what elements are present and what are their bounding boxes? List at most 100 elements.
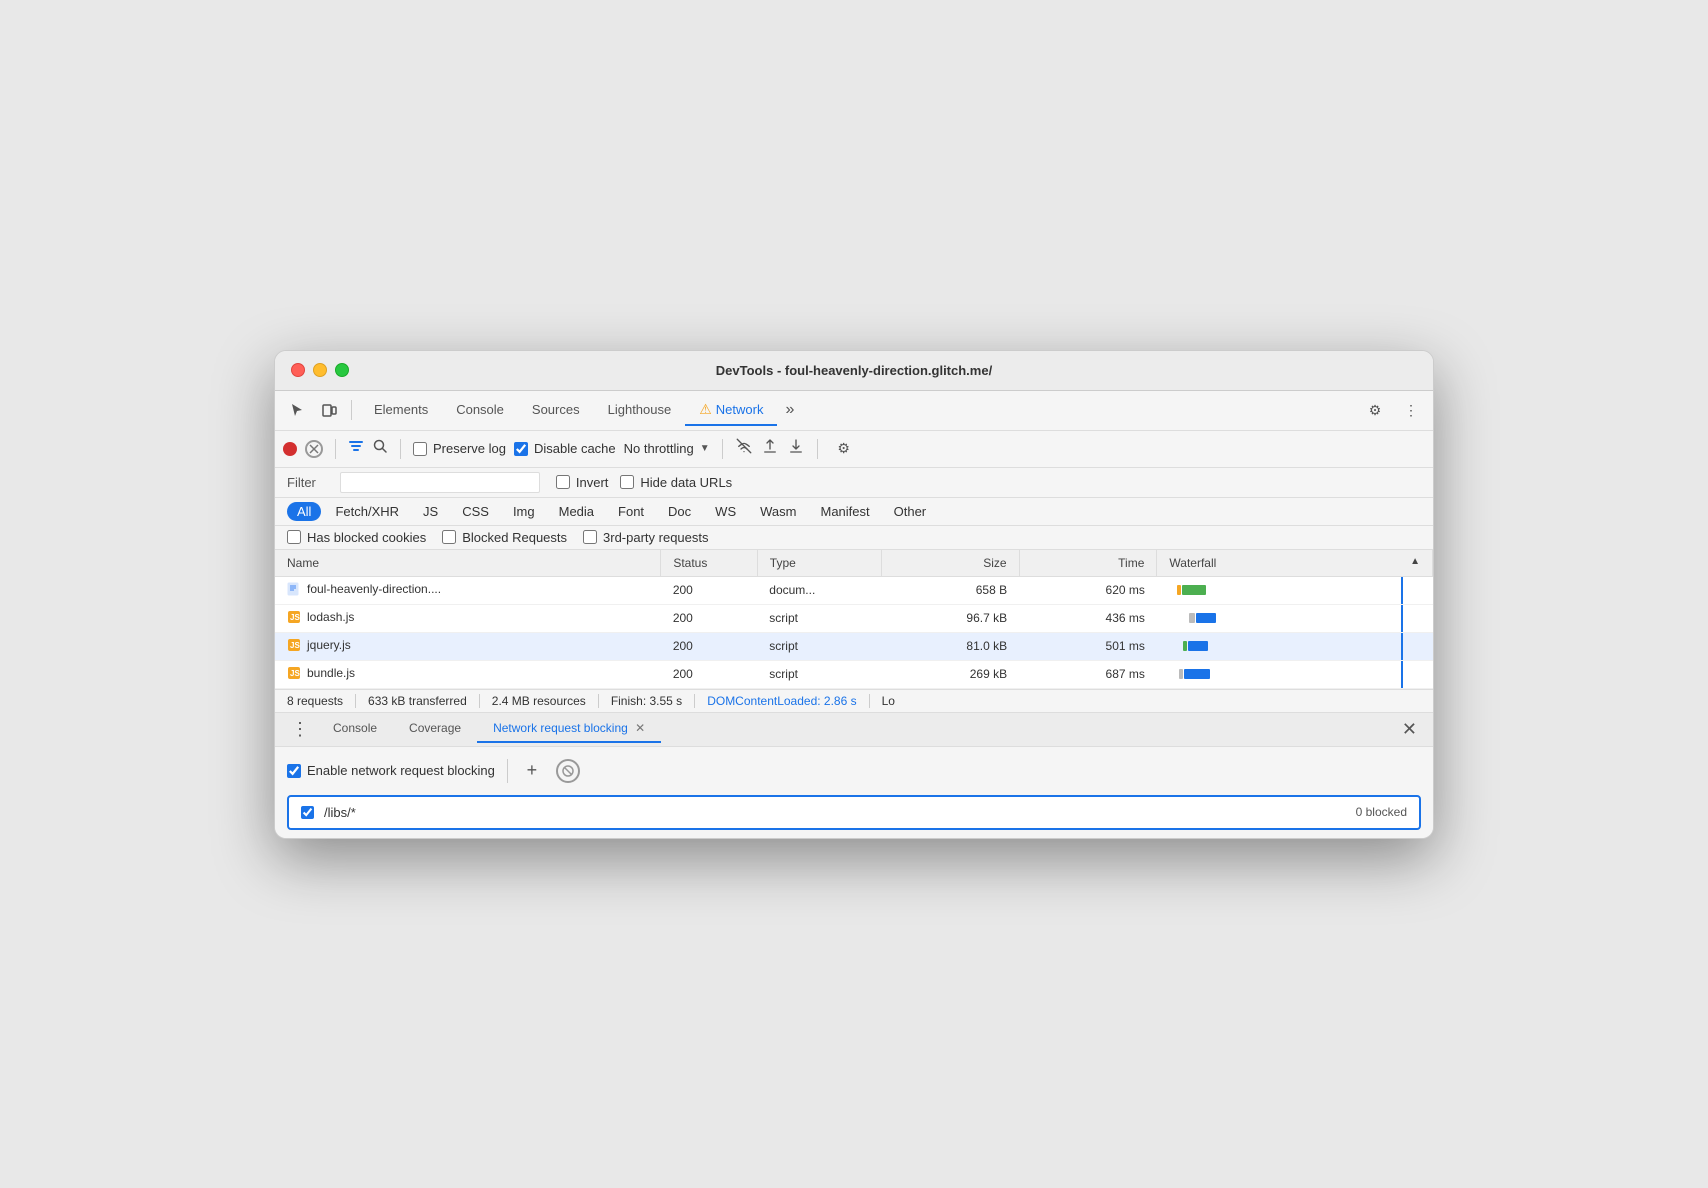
cell-size: 269 kB [881,660,1019,688]
type-btn-all[interactable]: All [287,502,321,521]
record-button[interactable] [283,442,297,456]
throttle-select[interactable]: No throttling ▼ [624,441,710,456]
devtools-window: DevTools - foul-heavenly-direction.glitc… [274,350,1434,839]
cell-type: docum... [757,576,881,604]
wf-bar [1189,613,1195,623]
preserve-log-checkbox[interactable]: Preserve log [413,441,506,456]
bottom-tab-console[interactable]: Console [317,715,393,743]
search-icon[interactable] [372,438,388,459]
cell-type: script [757,604,881,632]
network-settings-icon[interactable]: ⚙ [830,435,858,463]
table-row[interactable]: foul-heavenly-direction.... 200 docum...… [275,576,1433,604]
type-btn-css[interactable]: CSS [452,502,499,521]
cell-status: 200 [661,604,757,632]
resources-size: 2.4 MB resources [492,694,599,708]
checkboxes-row: Has blocked cookies Blocked Requests 3rd… [275,526,1433,550]
upload-icon[interactable] [761,437,779,460]
cursor-icon[interactable] [283,396,311,424]
col-name[interactable]: Name [275,550,661,577]
network-table: Name Status Type Size Time Waterfall ▲ [275,550,1433,689]
filter-options: Invert Hide data URLs [556,475,732,490]
type-btn-other[interactable]: Other [884,502,937,521]
cell-size: 81.0 kB [881,632,1019,660]
col-time[interactable]: Time [1019,550,1157,577]
third-party-requests-checkbox[interactable]: 3rd-party requests [583,530,709,545]
download-icon[interactable] [787,437,805,460]
traffic-lights [291,363,349,377]
type-btn-media[interactable]: Media [549,502,604,521]
col-size[interactable]: Size [881,550,1019,577]
table-row[interactable]: JS bundle.js 200 script 269 kB 687 ms [275,660,1433,688]
rule-pattern: /libs/* [324,805,1346,820]
wf-bar [1184,669,1210,679]
col-type[interactable]: Type [757,550,881,577]
blocked-count: 0 blocked [1356,805,1407,819]
tab-console[interactable]: Console [442,396,518,425]
clear-button[interactable] [305,440,323,458]
cell-time: 501 ms [1019,632,1157,660]
blocking-panel: Enable network request blocking + /libs/… [275,747,1433,838]
tab-sources[interactable]: Sources [518,396,594,425]
cell-size: 96.7 kB [881,604,1019,632]
disable-cache-checkbox[interactable]: Disable cache [514,441,616,456]
enable-blocking-checkbox[interactable]: Enable network request blocking [287,763,495,778]
window-title: DevTools - foul-heavenly-direction.glitc… [716,363,992,378]
network-toolbar: Preserve log Disable cache No throttling… [275,431,1433,468]
blocked-requests-checkbox[interactable]: Blocked Requests [442,530,567,545]
blocked-cookies-checkbox[interactable]: Has blocked cookies [287,530,426,545]
wifi-icon[interactable] [735,437,753,460]
cell-status: 200 [661,632,757,660]
status-bar: 8 requests 633 kB transferred 2.4 MB res… [275,689,1433,713]
bottom-tab-blocking[interactable]: Network request blocking ✕ [477,715,661,743]
close-tab-icon[interactable]: ✕ [635,721,645,735]
tab-nav: Elements Console Sources Lighthouse ⚠ Ne… [360,395,1357,426]
type-btn-manifest[interactable]: Manifest [810,502,879,521]
settings-icon[interactable]: ⚙ [1361,396,1389,424]
tab-lighthouse[interactable]: Lighthouse [594,396,686,425]
type-btn-img[interactable]: Img [503,502,545,521]
blocking-rule-item[interactable]: /libs/* 0 blocked [287,795,1421,830]
cell-name: JS bundle.js [275,660,661,688]
table-row[interactable]: JS lodash.js 200 script 96.7 kB 436 ms [275,604,1433,632]
divider-2 [335,439,336,459]
wf-bar [1183,641,1187,651]
js-icon: JS [287,638,301,652]
tab-network[interactable]: ⚠ Network [685,395,777,426]
rule-checkbox[interactable] [301,806,314,819]
cell-time: 687 ms [1019,660,1157,688]
col-waterfall[interactable]: Waterfall ▲ [1157,550,1433,577]
bottom-tab-coverage[interactable]: Coverage [393,715,477,743]
filter-input[interactable] [340,472,540,493]
type-btn-ws[interactable]: WS [705,502,746,521]
cell-waterfall [1157,660,1433,688]
clear-rules-button[interactable] [556,759,580,783]
more-tabs-button[interactable]: » [777,397,802,423]
close-button[interactable] [291,363,305,377]
device-icon[interactable] [315,396,343,424]
type-btn-fetchxhr[interactable]: Fetch/XHR [325,502,409,521]
more-options-icon[interactable]: ⋮ [1397,396,1425,424]
minimize-button[interactable] [313,363,327,377]
close-bottom-panel-button[interactable]: ✕ [1394,715,1425,744]
cell-type: script [757,632,881,660]
wf-bar [1177,585,1181,595]
type-btn-font[interactable]: Font [608,502,654,521]
bottom-tabs: ⋮ Console Coverage Network request block… [275,713,1433,747]
type-btn-js[interactable]: JS [413,502,448,521]
add-rule-button[interactable]: + [520,759,544,783]
hide-data-urls-checkbox[interactable]: Hide data URLs [620,475,732,490]
col-status[interactable]: Status [661,550,757,577]
filter-icon[interactable] [348,438,364,459]
tab-elements[interactable]: Elements [360,396,442,425]
divider-1 [351,400,352,420]
type-btn-wasm[interactable]: Wasm [750,502,806,521]
table-row[interactable]: JS jquery.js 200 script 81.0 kB 501 ms [275,632,1433,660]
maximize-button[interactable] [335,363,349,377]
cell-type: script [757,660,881,688]
sort-icon: ▲ [1410,556,1420,567]
invert-checkbox[interactable]: Invert [556,475,609,490]
doc-icon [287,582,301,596]
type-btn-doc[interactable]: Doc [658,502,701,521]
transferred-size: 633 kB transferred [368,694,480,708]
bottom-more-options[interactable]: ⋮ [283,713,317,746]
